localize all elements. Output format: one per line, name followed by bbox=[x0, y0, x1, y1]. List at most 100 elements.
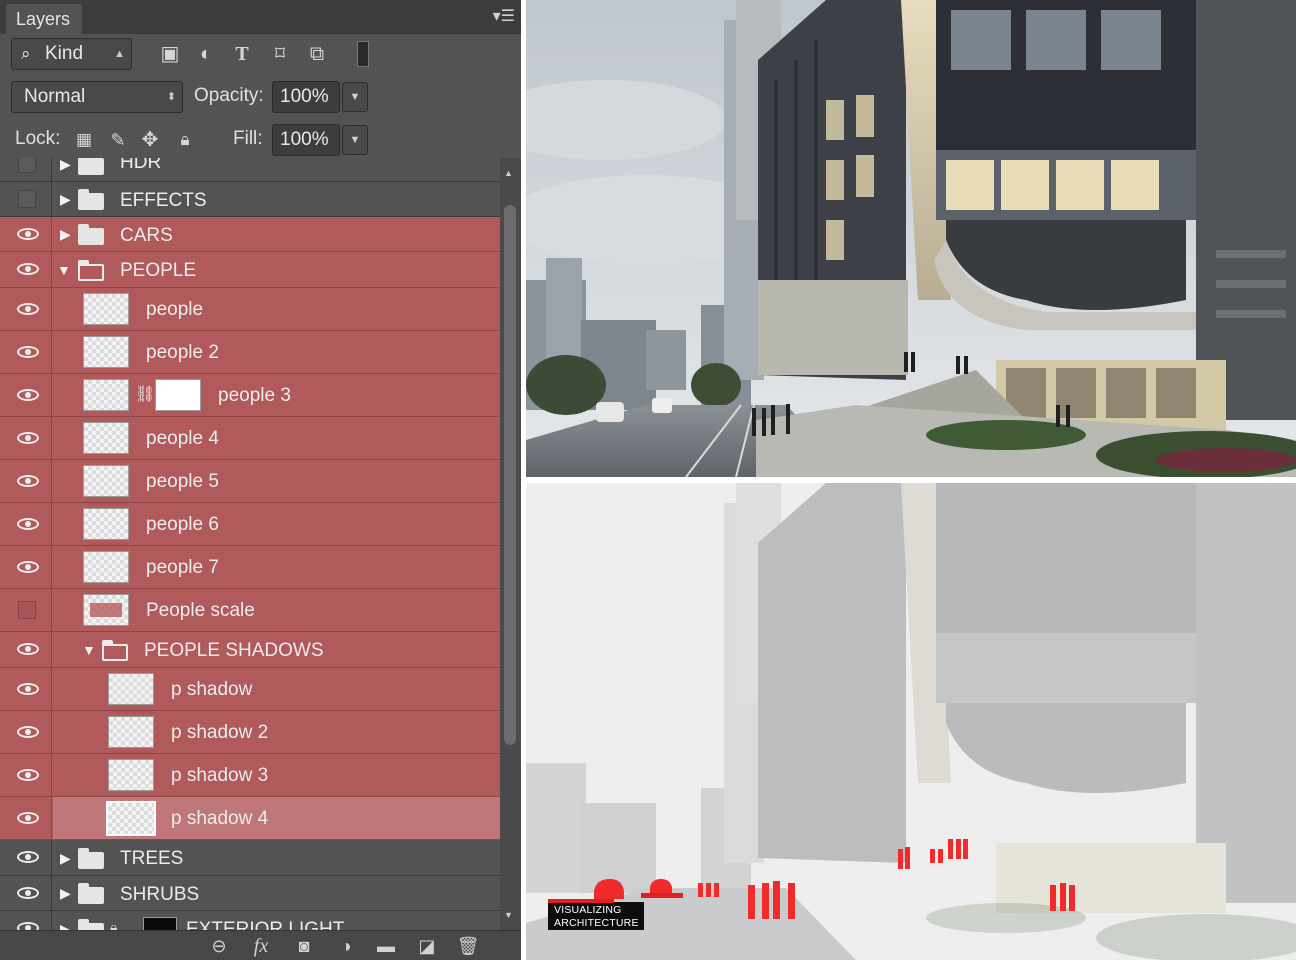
layer-row-people-shadows-group[interactable]: ▼ PEOPLE SHADOWS bbox=[0, 632, 500, 668]
layer-row[interactable]: p shadow 2 bbox=[0, 711, 500, 754]
layer-row-trees[interactable]: ▶ TREES bbox=[0, 840, 500, 876]
lock-all-icon[interactable]: 🔒︎ bbox=[171, 126, 199, 154]
visibility-toggle[interactable] bbox=[0, 911, 52, 930]
visibility-toggle[interactable] bbox=[0, 374, 52, 416]
visibility-toggle[interactable] bbox=[0, 754, 52, 796]
layer-row[interactable]: people bbox=[0, 288, 500, 331]
link-layers-icon[interactable]: ⊖ bbox=[206, 934, 232, 958]
panel-menu-icon[interactable]: ▾☰ bbox=[493, 6, 515, 26]
folder-icon bbox=[78, 848, 104, 869]
opacity-label: Opacity: bbox=[194, 85, 264, 106]
filter-kind-label: Kind bbox=[45, 43, 84, 64]
expand-arrow-icon[interactable]: ▶ bbox=[60, 850, 71, 867]
visibility-toggle[interactable] bbox=[0, 589, 52, 631]
layer-thumbnail bbox=[83, 379, 129, 411]
opacity-input[interactable]: 100% bbox=[272, 81, 340, 113]
eye-icon bbox=[17, 228, 39, 240]
expand-arrow-icon[interactable]: ▶ bbox=[60, 921, 71, 930]
visibility-toggle[interactable] bbox=[0, 217, 52, 251]
visibility-toggle[interactable] bbox=[0, 840, 52, 875]
fx-icon[interactable]: fx bbox=[248, 934, 274, 958]
logo-accent-bar bbox=[641, 893, 683, 898]
layer-row[interactable]: ⛓ people 3 bbox=[0, 374, 500, 417]
mask-link-icon[interactable]: ⛓ bbox=[135, 384, 155, 404]
hidden-visibility-box bbox=[18, 601, 36, 619]
visibility-toggle[interactable] bbox=[0, 876, 52, 910]
layer-row-effects[interactable]: ▶ EFFECTS bbox=[0, 182, 500, 217]
lock-transparent-icon[interactable]: ▦ bbox=[70, 126, 98, 154]
layer-row-exterior-light[interactable]: ▶ 🔒︎ EXTERIOR LIGHT bbox=[0, 911, 500, 930]
expand-arrow-icon[interactable]: ▶ bbox=[60, 226, 71, 243]
shape-filter-icon[interactable]: ⌑ bbox=[266, 40, 294, 68]
visibility-toggle[interactable] bbox=[0, 331, 52, 373]
blend-mode-value: Normal bbox=[24, 86, 86, 107]
visibility-toggle[interactable] bbox=[0, 252, 52, 287]
scrollbar-thumb[interactable] bbox=[504, 205, 516, 745]
expand-arrow-icon[interactable]: ▶ bbox=[60, 885, 71, 902]
visibility-toggle[interactable] bbox=[0, 460, 52, 502]
adjustment-layer-icon[interactable]: ◑ bbox=[333, 934, 359, 958]
visibility-toggle[interactable] bbox=[0, 711, 52, 753]
folder-icon bbox=[78, 189, 104, 210]
layer-row[interactable]: people 7 bbox=[0, 546, 500, 589]
layer-name: p shadow 4 bbox=[171, 808, 269, 829]
scroll-down-arrow-icon[interactable]: ▼ bbox=[504, 910, 513, 920]
layer-row[interactable]: people 6 bbox=[0, 503, 500, 546]
smart-object-thumbnail bbox=[143, 917, 177, 930]
layer-row[interactable]: p shadow 3 bbox=[0, 754, 500, 797]
layer-row[interactable]: people 5 bbox=[0, 460, 500, 503]
scroll-up-arrow-icon[interactable]: ▲ bbox=[504, 168, 513, 178]
collapse-arrow-icon[interactable]: ▼ bbox=[82, 642, 96, 658]
fill-dropdown-button[interactable]: ▼ bbox=[342, 125, 368, 155]
layer-name: people 6 bbox=[146, 514, 219, 535]
layer-row-active[interactable]: p shadow 4 bbox=[0, 797, 500, 840]
eye-icon bbox=[17, 561, 39, 573]
visibility-toggle[interactable] bbox=[0, 417, 52, 459]
opacity-dropdown-button[interactable]: ▼ bbox=[342, 82, 368, 112]
lock-image-icon[interactable]: ✎ bbox=[104, 126, 132, 154]
visibility-toggle[interactable] bbox=[0, 288, 52, 330]
layer-thumbnail bbox=[106, 801, 156, 836]
layer-row-cars[interactable]: ▶ CARS bbox=[0, 217, 500, 252]
new-group-icon[interactable]: ▬ bbox=[373, 934, 399, 958]
expand-arrow-icon[interactable]: ▶ bbox=[60, 191, 71, 208]
filter-kind-select[interactable]: ⌕ Kind ▲ bbox=[11, 38, 132, 70]
layer-row[interactable]: p shadow bbox=[0, 668, 500, 711]
trash-icon[interactable]: 🗑︎ bbox=[455, 934, 481, 958]
expand-arrow-icon[interactable]: ▶ bbox=[60, 158, 71, 173]
tab-layers[interactable]: Layers bbox=[6, 4, 82, 34]
visibility-toggle[interactable] bbox=[0, 182, 52, 216]
layer-row[interactable]: people 2 bbox=[0, 331, 500, 374]
blend-mode-select[interactable]: Normal ⬍ bbox=[11, 81, 183, 113]
layer-row-shrubs[interactable]: ▶ SHRUBS bbox=[0, 876, 500, 911]
open-folder-icon bbox=[78, 260, 104, 281]
layer-mask-thumbnail[interactable] bbox=[155, 379, 201, 411]
fill-input[interactable]: 100% bbox=[272, 124, 340, 156]
add-mask-icon[interactable]: ◙ bbox=[291, 934, 317, 958]
layer-row-hdr[interactable]: ▶ HDR bbox=[0, 158, 500, 182]
visibility-toggle[interactable] bbox=[0, 668, 52, 710]
layer-row[interactable]: people 4 bbox=[0, 417, 500, 460]
visibility-toggle[interactable] bbox=[0, 158, 52, 181]
layer-name: people 7 bbox=[146, 557, 219, 578]
smart-object-filter-icon[interactable]: ⧉ bbox=[303, 40, 331, 68]
lock-position-icon[interactable]: ✥ bbox=[136, 126, 164, 154]
layer-name: people bbox=[146, 299, 204, 320]
new-layer-icon[interactable]: ◪ bbox=[414, 934, 440, 958]
type-filter-icon[interactable]: T bbox=[228, 40, 256, 68]
layer-row[interactable]: People scale bbox=[0, 589, 500, 632]
layer-thumbnail bbox=[108, 759, 154, 791]
render-color-image bbox=[526, 0, 1296, 477]
filter-toggle-icon[interactable] bbox=[357, 41, 369, 67]
image-filter-icon[interactable]: ▣ bbox=[156, 40, 184, 68]
visibility-toggle[interactable] bbox=[0, 797, 52, 839]
adjustment-filter-icon[interactable]: ◐ bbox=[192, 40, 220, 68]
visualizing-architecture-logo: VISUALIZING ARCHITECTURE bbox=[548, 899, 644, 930]
visibility-toggle[interactable] bbox=[0, 546, 52, 588]
visibility-toggle[interactable] bbox=[0, 632, 52, 667]
eye-icon bbox=[17, 812, 39, 824]
collapse-arrow-icon[interactable]: ▼ bbox=[57, 262, 71, 278]
layer-thumbnail bbox=[83, 508, 129, 540]
layer-row-people-group[interactable]: ▼ PEOPLE bbox=[0, 252, 500, 288]
visibility-toggle[interactable] bbox=[0, 503, 52, 545]
